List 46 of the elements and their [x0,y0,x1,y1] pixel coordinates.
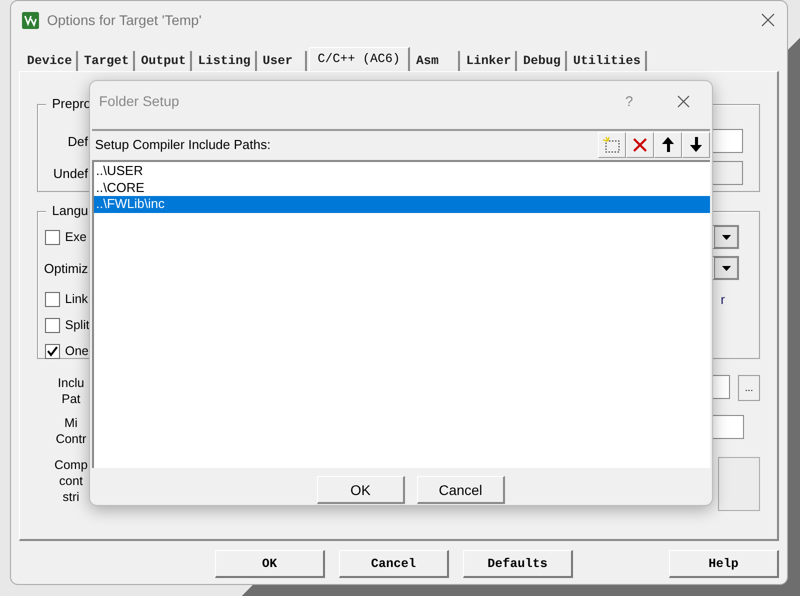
dialog-button[interactable]: Cancel [339,550,449,578]
close-icon[interactable] [761,13,775,27]
dialog-button[interactable]: OK [215,550,325,578]
checkbox[interactable] [45,292,60,306]
field-label: Undef [52,166,88,180]
new-folder-icon [603,136,621,152]
dialog-title: Folder Setup [99,93,180,109]
window-title: Options for Target 'Temp' [47,12,202,28]
list-header-label: Setup Compiler Include Paths: [95,137,271,152]
move-down-button[interactable] [682,132,710,158]
field-label: Mi [64,415,78,431]
path-item[interactable]: ..\USER [94,163,710,180]
arrow-up-icon [662,137,674,152]
dialog-button[interactable]: Cancel [417,476,505,504]
close-icon[interactable] [677,94,690,108]
move-up-button[interactable] [654,132,682,158]
checkbox[interactable] [45,318,60,332]
field-label: Def [66,134,88,148]
dropdown-arrow-icon [722,266,730,270]
browse-button[interactable]: ... [738,375,760,401]
delete-button[interactable] [626,132,654,158]
app-icon [22,12,39,28]
option-label: Optimiz [44,260,88,276]
checkbox[interactable] [45,230,60,244]
dialog-button[interactable]: Help [669,550,779,578]
checkbox-label: Link [65,292,88,306]
delete-icon [632,136,648,152]
field-label: Inclu [58,375,84,391]
option-label: r [720,292,725,306]
field-label: stri [62,489,80,505]
field-label: Pat [62,391,80,407]
field-label: Comp [54,457,88,473]
checkbox-label: Exe [65,230,87,244]
checkbox-label: Split [65,318,90,332]
checkbox[interactable] [45,344,60,358]
dialog-button[interactable]: OK [317,476,405,504]
tab[interactable]: C/C++ (AC6) [308,47,410,71]
checkbox-label: One [65,344,89,358]
dialog-button[interactable]: Defaults [463,550,573,578]
path-item[interactable]: ..\CORE [94,180,710,196]
field-label: cont [59,473,83,489]
dropdown-arrow-icon [722,234,730,240]
path-item[interactable]: ..\FWLib\inc [94,196,710,212]
arrow-down-icon [690,137,702,152]
new-folder-button[interactable] [598,132,626,158]
field-label: Contr [56,431,86,447]
